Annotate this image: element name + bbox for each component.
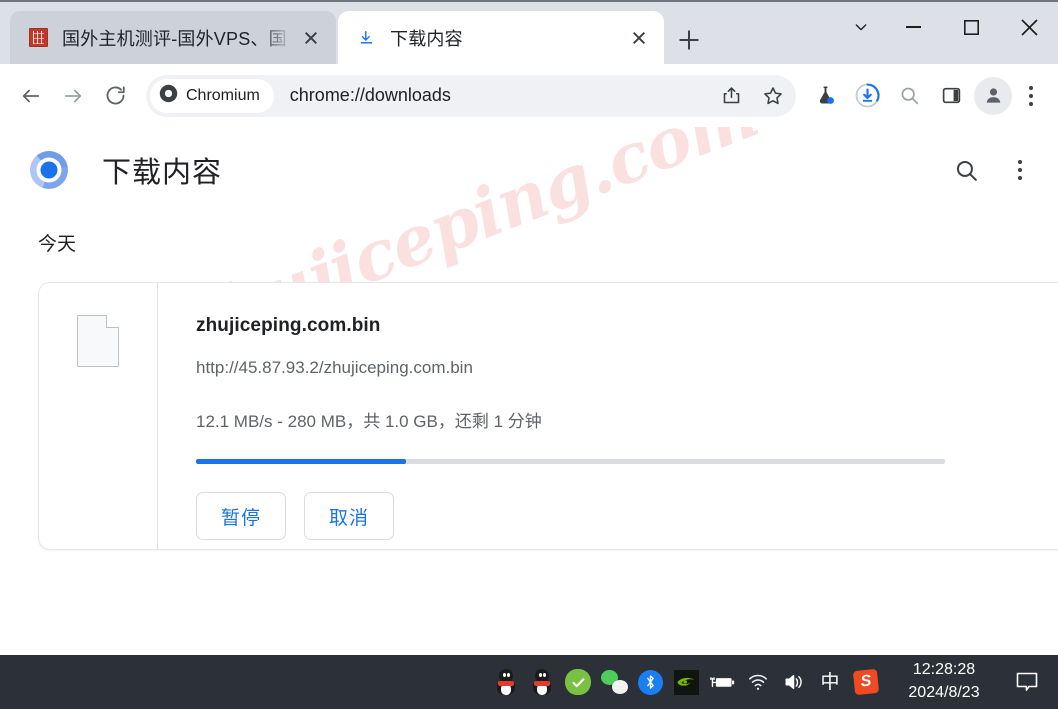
reload-icon[interactable] [94, 75, 136, 117]
ime-indicator[interactable]: 中 [812, 655, 848, 709]
sogou-input-icon[interactable]: S [848, 655, 884, 709]
sogou-label: S [852, 668, 880, 696]
date-group-label: 今天 [38, 234, 77, 255]
tab-strip: 国外主机测评-国外VPS、国 下载内容 [0, 0, 1058, 64]
chromium-chip-label: Chromium [186, 86, 260, 104]
security-check-icon[interactable] [560, 655, 596, 709]
browser-tab-active[interactable]: 下载内容 [338, 11, 664, 64]
browser-toolbar: Chromium chrome://downloads [0, 64, 1058, 127]
download-status-text: 12.1 MB/s - 280 MB，共 1.0 GB，还剩 1 分钟 [196, 412, 542, 431]
flask-icon[interactable] [804, 75, 846, 117]
download-item-card[interactable]: zhujiceping.com.bin http://45.87.93.2/zh… [38, 282, 1058, 550]
toolbar-actions [804, 75, 1048, 117]
window-controls [838, 4, 1058, 50]
taskbar-clock[interactable]: 12:28:28 2024/8/23 [890, 655, 998, 709]
download-progress-icon[interactable] [846, 75, 888, 117]
chromium-logo-icon [30, 151, 68, 189]
battery-icon[interactable] [704, 655, 740, 709]
desktop-screen: 国外主机测评-国外VPS、国 下载内容 Chromium chrome://do… [0, 0, 1058, 709]
downloads-page: zhujiceping.com 下载内容 今天 zhujiceping.com.… [0, 127, 1058, 655]
site-favicon-red-seal-icon [28, 28, 48, 48]
search-icon[interactable] [888, 75, 930, 117]
chromium-chip[interactable]: Chromium [150, 78, 274, 113]
share-icon[interactable] [710, 75, 752, 117]
side-panel-icon[interactable] [930, 75, 972, 117]
download-details: zhujiceping.com.bin http://45.87.93.2/zh… [158, 283, 1058, 549]
volume-icon[interactable] [776, 655, 812, 709]
downloads-menu-icon[interactable] [1000, 150, 1040, 190]
kebab-menu-icon[interactable] [1014, 75, 1048, 117]
download-icon [356, 28, 376, 48]
tab-search-chevron-down-icon[interactable] [838, 4, 884, 50]
browser-window: 国外主机测评-国外VPS、国 下载内容 Chromium chrome://do… [0, 0, 1058, 655]
cancel-download-button[interactable]: 取消 [304, 492, 394, 540]
qq-icon-2[interactable] [524, 655, 560, 709]
bluetooth-icon[interactable] [632, 655, 668, 709]
notification-icon[interactable] [998, 655, 1056, 709]
download-progress-fill [196, 459, 406, 464]
windows-taskbar: 中 S 12:28:28 2024/8/23 [0, 655, 1058, 709]
page-title: 下载内容 [102, 157, 223, 189]
close-tab-icon[interactable] [298, 25, 324, 51]
downloads-header: 下载内容 [0, 127, 1058, 213]
system-tray: 中 S 12:28:28 2024/8/23 [488, 655, 1058, 709]
wechat-icon[interactable] [596, 655, 632, 709]
new-tab-button[interactable] [672, 23, 706, 57]
download-source-url: http://45.87.93.2/zhujiceping.com.bin [196, 358, 473, 377]
tab-title: 国外主机测评-国外VPS、国 [62, 28, 287, 49]
minimize-button[interactable] [884, 4, 942, 50]
download-progress-bar [196, 459, 945, 464]
generic-file-icon [77, 315, 119, 367]
wifi-icon[interactable] [740, 655, 776, 709]
maximize-button[interactable] [942, 4, 1000, 50]
chromium-logo-icon [159, 84, 178, 108]
search-downloads-icon[interactable] [946, 150, 986, 190]
close-tab-icon[interactable] [626, 25, 652, 51]
download-actions: 暂停 取消 [196, 492, 1058, 540]
address-bar-url[interactable]: chrome://downloads [290, 85, 451, 106]
pause-download-button[interactable]: 暂停 [196, 492, 286, 540]
tab-title: 下载内容 [390, 28, 463, 49]
avatar-icon[interactable] [974, 76, 1012, 115]
back-arrow-icon[interactable] [10, 75, 52, 117]
forward-arrow-icon[interactable] [52, 75, 94, 117]
address-bar[interactable]: Chromium chrome://downloads [146, 74, 796, 117]
download-filename[interactable]: zhujiceping.com.bin [196, 315, 1058, 337]
clock-date: 2024/8/23 [908, 684, 980, 701]
nvidia-icon[interactable] [668, 655, 704, 709]
qq-icon-1[interactable] [488, 655, 524, 709]
download-file-icon-column [39, 283, 158, 549]
ime-label: 中 [820, 671, 840, 693]
browser-tab-inactive[interactable]: 国外主机测评-国外VPS、国 [10, 11, 336, 64]
close-window-button[interactable] [1000, 4, 1058, 50]
clock-time: 12:28:28 [912, 661, 976, 679]
star-icon[interactable] [752, 75, 794, 117]
